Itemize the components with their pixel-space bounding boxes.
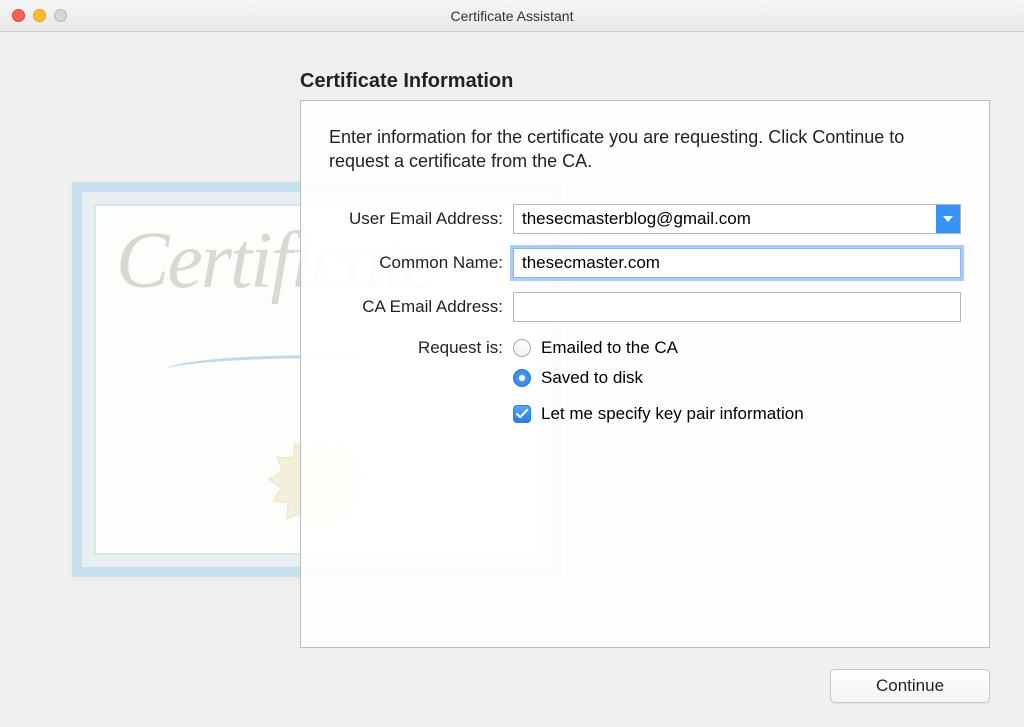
label-ca-email: CA Email Address: bbox=[329, 297, 513, 317]
ca-email-input[interactable] bbox=[513, 292, 961, 322]
certificate-info-panel: Enter information for the certificate yo… bbox=[300, 100, 990, 648]
row-request-is: Request is: Emailed to the CA Saved to d… bbox=[329, 336, 961, 424]
chevron-down-icon[interactable] bbox=[936, 205, 960, 233]
content-area: Certificate Certificate Information Ente… bbox=[0, 32, 1024, 727]
row-user-email: User Email Address: bbox=[329, 204, 961, 234]
row-ca-email: CA Email Address: bbox=[329, 292, 961, 322]
minimize-window-button[interactable] bbox=[33, 9, 46, 22]
radio-emailed-to-ca[interactable]: Emailed to the CA bbox=[513, 338, 804, 358]
row-common-name: Common Name: bbox=[329, 248, 961, 278]
radio-saved-to-disk[interactable]: Saved to disk bbox=[513, 368, 804, 388]
common-name-input[interactable] bbox=[513, 248, 961, 278]
titlebar: Certificate Assistant bbox=[0, 0, 1024, 32]
traffic-lights bbox=[12, 9, 67, 22]
radio-icon bbox=[513, 339, 531, 357]
checkbox-label-keypair: Let me specify key pair information bbox=[541, 404, 804, 424]
radio-label-saved: Saved to disk bbox=[541, 368, 643, 388]
window-title: Certificate Assistant bbox=[451, 8, 574, 24]
close-window-button[interactable] bbox=[12, 9, 25, 22]
zoom-window-button bbox=[54, 9, 67, 22]
continue-button[interactable]: Continue bbox=[830, 669, 990, 703]
checkmark-icon bbox=[513, 405, 531, 423]
instructions-text: Enter information for the certificate yo… bbox=[329, 125, 961, 174]
label-common-name: Common Name: bbox=[329, 253, 513, 273]
label-request-is: Request is: bbox=[329, 336, 513, 358]
radio-icon bbox=[513, 369, 531, 387]
user-email-input[interactable] bbox=[514, 205, 936, 233]
page-title: Certificate Information bbox=[300, 70, 513, 93]
label-user-email: User Email Address: bbox=[329, 209, 513, 229]
user-email-combobox[interactable] bbox=[513, 204, 961, 234]
radio-label-emailed: Emailed to the CA bbox=[541, 338, 678, 358]
checkbox-key-pair-info[interactable]: Let me specify key pair information bbox=[513, 404, 804, 424]
